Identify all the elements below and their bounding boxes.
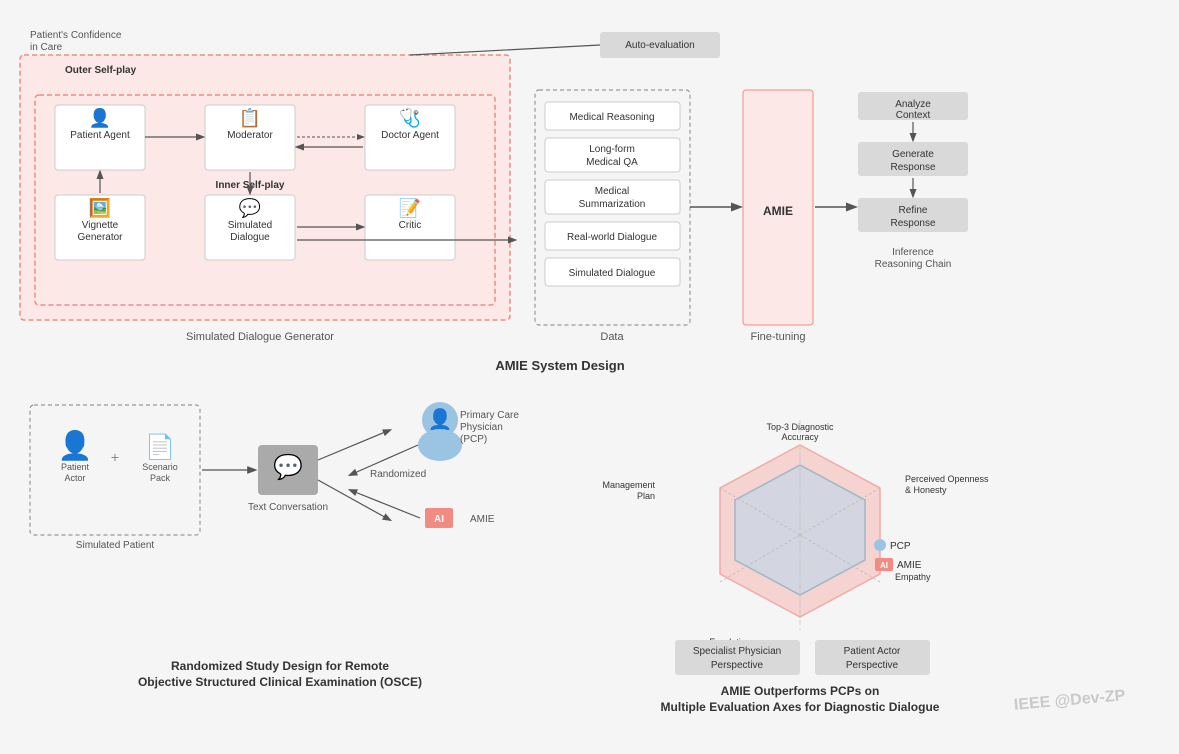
svg-text:in Care: in Care — [30, 42, 63, 53]
svg-text:(PCP): (PCP) — [460, 434, 487, 445]
svg-text:IEEE @Dev-ZP: IEEE @Dev-ZP — [1013, 687, 1126, 714]
diagram-area: Patient's Confidence in Care Outer Self-… — [10, 10, 1169, 390]
svg-text:Plan: Plan — [637, 491, 655, 501]
svg-text:AMIE: AMIE — [763, 204, 793, 218]
svg-text:AMIE: AMIE — [470, 514, 495, 525]
svg-text:Empathy: Empathy — [895, 572, 931, 582]
svg-text:Response: Response — [890, 162, 935, 173]
svg-text:Patient's Confidence: Patient's Confidence — [30, 30, 122, 41]
svg-text:Medical Reasoning: Medical Reasoning — [569, 112, 654, 123]
svg-text:Management: Management — [602, 480, 655, 490]
bottom-area: 👤 Patient Actor + 📄 Scenario Pack Simula… — [10, 390, 1169, 730]
svg-text:PCP: PCP — [890, 541, 911, 552]
svg-text:Context: Context — [896, 110, 931, 121]
bottom-svg: 👤 Patient Actor + 📄 Scenario Pack Simula… — [10, 390, 1169, 720]
svg-text:Doctor Agent: Doctor Agent — [381, 130, 439, 141]
svg-text:Critic: Critic — [399, 220, 422, 231]
svg-text:Dialogue: Dialogue — [230, 232, 270, 243]
svg-text:Multiple Evaluation Axes for D: Multiple Evaluation Axes for Diagnostic … — [661, 700, 940, 714]
svg-text:Vignette: Vignette — [82, 220, 119, 231]
svg-text:Response: Response — [890, 218, 935, 229]
svg-text:📝: 📝 — [399, 197, 421, 218]
system-design-svg: Patient's Confidence in Care Outer Self-… — [10, 10, 1169, 380]
svg-text:🩺: 🩺 — [399, 107, 421, 128]
svg-text:Patient: Patient — [61, 462, 90, 472]
svg-text:AI: AI — [434, 514, 444, 525]
svg-text:👤: 👤 — [428, 407, 453, 431]
svg-text:Fine-tuning: Fine-tuning — [750, 331, 805, 343]
svg-text:Primary Care: Primary Care — [460, 410, 519, 421]
svg-text:Simulated Patient: Simulated Patient — [76, 540, 155, 551]
svg-text:Patient Agent: Patient Agent — [70, 130, 130, 141]
svg-text:📋: 📋 — [239, 107, 261, 128]
svg-text:🖼️: 🖼️ — [89, 197, 111, 218]
svg-text:Summarization: Summarization — [579, 199, 646, 210]
svg-text:Text Conversation: Text Conversation — [248, 502, 328, 513]
svg-text:& Honesty: & Honesty — [905, 485, 947, 495]
svg-text:Auto-evaluation: Auto-evaluation — [625, 40, 695, 51]
svg-text:+: + — [111, 449, 119, 465]
svg-text:Medical QA: Medical QA — [586, 157, 638, 168]
svg-text:AMIE Outperforms PCPs on: AMIE Outperforms PCPs on — [721, 684, 880, 698]
svg-text:Real-world Dialogue: Real-world Dialogue — [567, 232, 657, 243]
svg-text:Scenario: Scenario — [142, 462, 178, 472]
svg-text:Generate: Generate — [892, 149, 934, 160]
svg-text:Perspective: Perspective — [711, 660, 764, 671]
main-container: Patient's Confidence in Care Outer Self-… — [0, 0, 1179, 754]
svg-text:Analyze: Analyze — [895, 99, 931, 110]
svg-text:Moderator: Moderator — [227, 130, 273, 141]
svg-text:Pack: Pack — [150, 473, 171, 483]
svg-text:Simulated Dialogue Generator: Simulated Dialogue Generator — [186, 331, 334, 343]
svg-text:Generator: Generator — [77, 232, 123, 243]
svg-text:Reasoning Chain: Reasoning Chain — [875, 259, 952, 270]
svg-text:Specialist Physician: Specialist Physician — [693, 646, 781, 657]
svg-text:👤: 👤 — [89, 107, 111, 128]
svg-text:Actor: Actor — [64, 473, 85, 483]
svg-text:Randomized: Randomized — [370, 469, 426, 480]
svg-text:Objective Structured Clinical: Objective Structured Clinical Examinatio… — [138, 675, 422, 689]
svg-text:AMIE System Design: AMIE System Design — [495, 358, 624, 373]
svg-text:Refine: Refine — [899, 205, 928, 216]
svg-text:Data: Data — [600, 331, 624, 343]
svg-text:Perceived Openness: Perceived Openness — [905, 474, 989, 484]
svg-text:Physician: Physician — [460, 422, 503, 433]
svg-text:Medical: Medical — [595, 186, 629, 197]
svg-text:AI: AI — [880, 561, 888, 570]
svg-text:💬: 💬 — [239, 197, 261, 218]
svg-text:📄: 📄 — [145, 433, 175, 461]
svg-text:Inference: Inference — [892, 247, 934, 258]
svg-text:👤: 👤 — [58, 429, 93, 462]
svg-text:Outer Self-play: Outer Self-play — [65, 65, 137, 76]
svg-text:Patient Actor: Patient Actor — [844, 646, 901, 657]
svg-text:💬: 💬 — [273, 453, 303, 481]
svg-text:Simulated: Simulated — [228, 220, 272, 231]
svg-text:Long-form: Long-form — [589, 144, 635, 155]
svg-text:Randomized Study Design for Re: Randomized Study Design for Remote — [171, 659, 389, 673]
svg-text:Perspective: Perspective — [846, 660, 899, 671]
svg-text:Simulated Dialogue: Simulated Dialogue — [569, 268, 656, 279]
svg-text:AMIE: AMIE — [897, 560, 922, 571]
